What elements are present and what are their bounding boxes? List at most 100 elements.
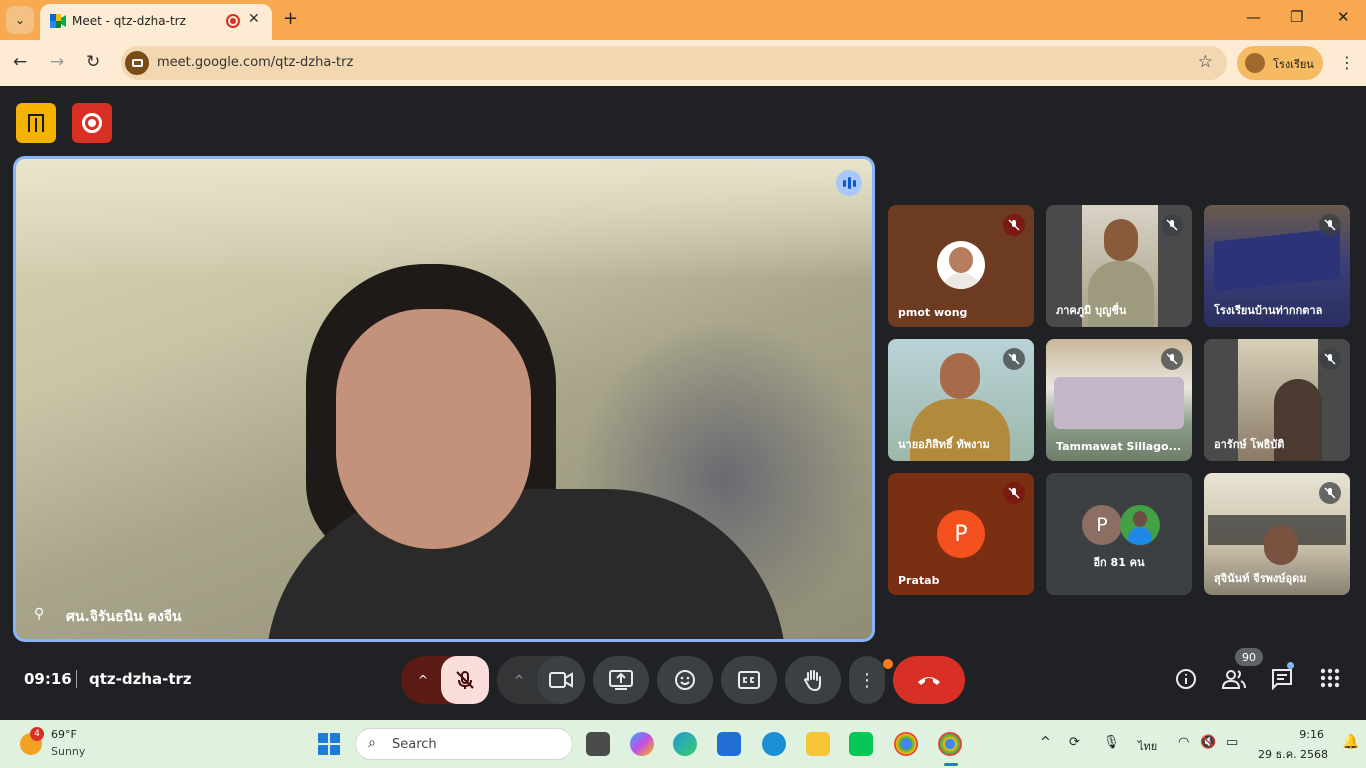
microphone-icon[interactable]: 🎙	[1103, 735, 1120, 750]
more-options-button[interactable]: ⋮	[849, 656, 885, 704]
participant-tile[interactable]: สุจินันท์ จีรพงษ์อุดม	[1204, 473, 1350, 595]
participant-tile[interactable]: ภาคภูมิ บุญชื่น	[1046, 205, 1192, 327]
search-icon: ⌕	[368, 735, 376, 751]
minimize-button[interactable]: —	[1246, 8, 1261, 26]
divider	[76, 670, 77, 688]
mic-off-icon	[1319, 482, 1341, 504]
participant-video	[940, 353, 980, 399]
captions-button[interactable]	[721, 656, 777, 704]
record-button[interactable]	[72, 103, 112, 143]
search-placeholder: Search	[392, 737, 437, 752]
close-window-button[interactable]: ✕	[1337, 8, 1350, 26]
volume-muted-icon[interactable]: 🔇	[1200, 735, 1216, 750]
camera-options-button[interactable]: ^	[497, 656, 541, 704]
weather-temperature[interactable]: 69°F	[51, 728, 77, 741]
store-icon[interactable]	[717, 732, 741, 756]
camera-toggle-button[interactable]	[537, 656, 585, 704]
tab-close-button[interactable]: ✕	[248, 11, 260, 27]
maximize-button[interactable]: ❐	[1290, 8, 1303, 26]
participant-tile[interactable]: โรงเรียนบ้านท่ากกตาล	[1204, 205, 1350, 327]
participant-tile[interactable]: อารักษ์ โพธิบัติ	[1204, 339, 1350, 461]
forward-button[interactable]: →	[50, 52, 64, 72]
emoji-button[interactable]	[657, 656, 713, 704]
mic-off-icon	[1319, 214, 1341, 236]
browser-tab[interactable]: Meet - qtz-dzha-trz ✕	[40, 4, 272, 40]
notification-bell-icon[interactable]: 🔔	[1342, 734, 1359, 750]
tray-overflow-button[interactable]: ^	[1040, 735, 1051, 750]
participant-tile[interactable]: pmot wong	[888, 205, 1034, 327]
notification-dot	[883, 659, 893, 669]
line-icon[interactable]	[849, 732, 873, 756]
weather-badge: 4	[30, 727, 44, 741]
meet-favicon	[50, 14, 66, 28]
taskbar-date[interactable]: 29 ธ.ค. 2568	[1258, 745, 1328, 763]
windows-taskbar: 4 69°F Sunny ⌕ Search ^ ⟳ 🎙 ไทย ◠ 🔇 ▭ 9:…	[0, 720, 1366, 768]
meeting-code: qtz-dzha-trz	[89, 670, 192, 688]
more-participants-tile[interactable]: P อีก 81 คน	[1046, 473, 1192, 595]
meeting-details-button[interactable]	[1175, 668, 1197, 695]
participant-name: โรงเรียนบ้านท่ากกตาล	[1214, 304, 1323, 317]
mic-off-icon	[1161, 348, 1183, 370]
browser-toolbar: ← → ↻ meet.google.com/qtz-dzha-trz ☆ โรง…	[0, 40, 1366, 86]
profile-button[interactable]: โรงเรียน	[1237, 46, 1323, 80]
participant-tile[interactable]: Tammawat Sillago...	[1046, 339, 1192, 461]
taskbar-time[interactable]: 9:16	[1298, 728, 1324, 741]
door-button[interactable]	[16, 103, 56, 143]
sync-icon[interactable]: ⟳	[1069, 735, 1080, 750]
task-view-icon[interactable]	[586, 732, 610, 756]
participant-count-badge: 90	[1235, 648, 1263, 666]
site-info-icon[interactable]	[125, 51, 149, 75]
taskbar-search[interactable]: ⌕ Search	[355, 728, 573, 760]
mic-control-group: ^	[401, 656, 489, 704]
people-button[interactable]	[1221, 668, 1246, 695]
url-text[interactable]: meet.google.com/qtz-dzha-trz	[157, 55, 353, 70]
address-bar[interactable]: meet.google.com/qtz-dzha-trz ☆	[121, 46, 1227, 80]
mic-toggle-button[interactable]	[441, 656, 489, 704]
meet-stage: ⚲ ศน.จิรันธนิน คงจีน pmot wong ภาคภูมิ บ…	[0, 86, 1366, 720]
avatar: P	[937, 510, 985, 558]
help-icon[interactable]	[762, 732, 786, 756]
start-button[interactable]	[318, 733, 340, 755]
chat-indicator-dot	[1287, 662, 1294, 669]
participant-name: ภาคภูมิ บุญชื่น	[1056, 304, 1127, 317]
mic-options-button[interactable]: ^	[401, 656, 445, 704]
main-speaker-tile[interactable]: ⚲ ศน.จิรันธนิน คงจีน	[13, 156, 875, 642]
avatar: P	[1082, 505, 1122, 545]
present-button[interactable]	[593, 656, 649, 704]
activities-button[interactable]	[1320, 668, 1340, 693]
edge-icon[interactable]	[673, 732, 697, 756]
participant-tile[interactable]: นายอภิสิทธิ์ ทัพงาม	[888, 339, 1034, 461]
chrome-icon[interactable]	[938, 732, 962, 756]
reload-button[interactable]: ↻	[86, 52, 100, 72]
file-explorer-icon[interactable]	[806, 732, 830, 756]
battery-icon[interactable]: ▭	[1226, 735, 1238, 750]
captions-icon	[738, 671, 760, 689]
back-button[interactable]: ←	[13, 52, 27, 72]
mic-off-icon	[1319, 348, 1341, 370]
new-tab-button[interactable]: +	[283, 8, 298, 29]
chrome-profile-icon[interactable]	[894, 732, 918, 756]
chat-button[interactable]	[1271, 668, 1293, 695]
participant-name: สุจินันท์ จีรพงษ์อุดม	[1214, 572, 1307, 585]
chat-icon	[1272, 669, 1292, 691]
weather-condition[interactable]: Sunny	[51, 745, 85, 758]
door-icon	[28, 114, 44, 132]
browser-menu-button[interactable]: ⋮	[1339, 53, 1355, 72]
pin-icon[interactable]: ⚲	[34, 606, 44, 622]
wifi-icon[interactable]: ◠	[1178, 735, 1189, 750]
profile-avatar	[1245, 53, 1265, 73]
tab-search-button[interactable]: ⌄	[6, 6, 34, 34]
participant-video	[1214, 228, 1340, 292]
participant-name: pmot wong	[898, 306, 968, 319]
participant-tile[interactable]: P Pratab	[888, 473, 1034, 595]
bookmark-star-icon[interactable]: ☆	[1198, 52, 1213, 72]
raise-hand-button[interactable]	[785, 656, 841, 704]
more-avatars: P	[1082, 505, 1162, 545]
input-language[interactable]: ไทย	[1138, 737, 1157, 755]
profile-name: โรงเรียน	[1273, 58, 1314, 71]
avatar	[937, 241, 985, 289]
record-icon	[82, 113, 102, 133]
end-call-button[interactable]	[893, 656, 965, 704]
more-participants-label: อีก 81 คน	[1093, 556, 1145, 569]
copilot-icon[interactable]	[630, 732, 654, 756]
